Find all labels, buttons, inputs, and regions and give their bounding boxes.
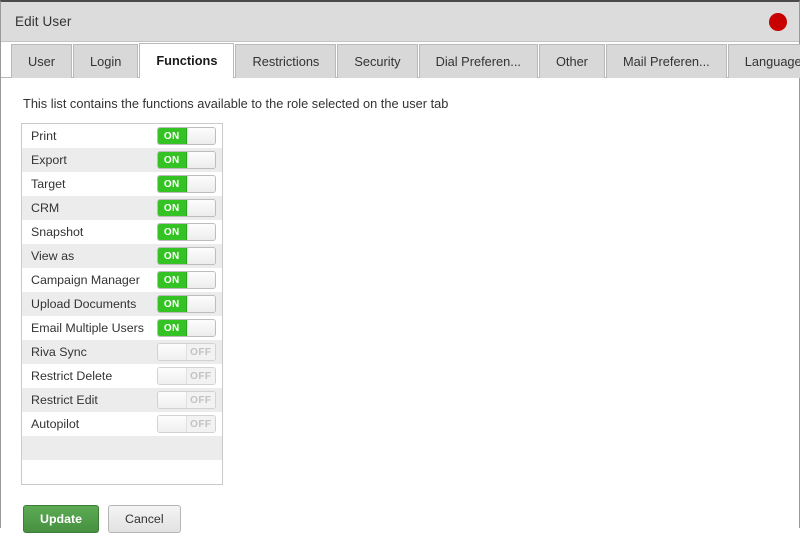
dialog-body: This list contains the functions availab… xyxy=(1,78,799,533)
tab-restrictions[interactable]: Restrictions xyxy=(235,44,337,78)
tab-functions[interactable]: Functions xyxy=(139,43,235,78)
toggle-knob xyxy=(186,272,215,288)
function-row: Autopilot OFF xyxy=(22,412,222,436)
function-toggle-on[interactable]: ON xyxy=(157,223,216,241)
toggle-on-label: ON xyxy=(158,248,187,264)
function-toggle-on[interactable]: ON xyxy=(157,151,216,169)
function-row: Restrict Edit OFF xyxy=(22,388,222,412)
function-row-empty xyxy=(22,436,222,460)
function-toggle-on[interactable]: ON xyxy=(157,319,216,337)
function-label: Email Multiple Users xyxy=(31,321,144,335)
function-row: Riva Sync OFF xyxy=(22,340,222,364)
function-toggle-on[interactable]: ON xyxy=(157,271,216,289)
toggle-off-label: OFF xyxy=(186,392,215,408)
toggle-knob xyxy=(186,128,215,144)
function-row: Restrict Delete OFF xyxy=(22,364,222,388)
toggle-on-label: ON xyxy=(158,176,187,192)
function-label: Print xyxy=(31,129,57,143)
toggle-knob xyxy=(186,200,215,216)
toggle-on-label: ON xyxy=(158,272,187,288)
toggle-on-label: ON xyxy=(158,128,187,144)
dialog-title: Edit User xyxy=(15,14,72,29)
tab-label: Other xyxy=(555,54,588,69)
tab-label: Mail Preferen... xyxy=(622,54,710,69)
toggle-knob xyxy=(158,416,187,432)
function-label: Export xyxy=(31,153,67,167)
function-toggle-off[interactable]: OFF xyxy=(157,391,216,409)
function-toggle-on[interactable]: ON xyxy=(157,247,216,265)
toggle-knob xyxy=(186,320,215,336)
tab-other[interactable]: Other xyxy=(538,44,605,78)
function-toggle-off[interactable]: OFF xyxy=(157,367,216,385)
toggle-off-label: OFF xyxy=(186,368,215,384)
function-row: CRM ON xyxy=(22,196,222,220)
function-toggle-on[interactable]: ON xyxy=(157,199,216,217)
toggle-knob xyxy=(186,248,215,264)
tab-label: User xyxy=(28,54,56,69)
functions-list: Print ON Export ON Target ON CRM ON Snapshot ON Vi… xyxy=(21,123,223,485)
toggle-knob xyxy=(158,368,187,384)
toggle-on-label: ON xyxy=(158,200,187,216)
function-label: Target xyxy=(31,177,66,191)
functions-description: This list contains the functions availab… xyxy=(23,96,449,111)
tab-label: Restrictions xyxy=(252,54,320,69)
function-row-empty xyxy=(22,460,222,484)
tab-label: Language Pre... xyxy=(744,54,800,69)
tab-language-pre[interactable]: Language Pre... xyxy=(727,44,800,78)
toggle-knob xyxy=(158,392,187,408)
toggle-on-label: ON xyxy=(158,320,187,336)
function-label: Restrict Delete xyxy=(31,369,113,383)
function-label: Snapshot xyxy=(31,225,84,239)
toggle-knob xyxy=(186,224,215,240)
function-label: Campaign Manager xyxy=(31,273,140,287)
function-row: Target ON xyxy=(22,172,222,196)
function-label: CRM xyxy=(31,201,60,215)
toggle-knob xyxy=(186,176,215,192)
function-toggle-off[interactable]: OFF xyxy=(157,343,216,361)
function-label: Autopilot xyxy=(31,417,80,431)
function-toggle-on[interactable]: ON xyxy=(157,175,216,193)
tab-label: Dial Preferen... xyxy=(435,54,521,69)
tab-login[interactable]: Login xyxy=(73,44,139,78)
tab-dial-preferen[interactable]: Dial Preferen... xyxy=(418,44,538,78)
toggle-off-label: OFF xyxy=(186,344,215,360)
tab-label: Login xyxy=(90,54,122,69)
function-toggle-on[interactable]: ON xyxy=(157,127,216,145)
dialog-actions: Update Cancel xyxy=(21,505,779,533)
toggle-knob xyxy=(186,296,215,312)
tab-user[interactable]: User xyxy=(11,44,73,78)
edit-user-dialog: Edit User User Login Functions Restrictions… xyxy=(0,0,800,533)
update-button[interactable]: Update xyxy=(23,505,99,533)
cancel-button[interactable]: Cancel xyxy=(108,505,181,533)
function-row: Print ON xyxy=(22,124,222,148)
function-row: Campaign Manager ON xyxy=(22,268,222,292)
screen: Edit User User Login Functions Restrictions… xyxy=(0,0,800,550)
function-label: View as xyxy=(31,249,75,263)
function-toggle-off[interactable]: OFF xyxy=(157,415,216,433)
function-label: Upload Documents xyxy=(31,297,137,311)
toggle-on-label: ON xyxy=(158,296,187,312)
dialog-titlebar: Edit User xyxy=(1,2,799,42)
toggle-off-label: OFF xyxy=(186,416,215,432)
tab-label: Security xyxy=(354,54,401,69)
tab-mail-preferen[interactable]: Mail Preferen... xyxy=(605,44,727,78)
function-label: Riva Sync xyxy=(31,345,87,359)
tab-bar: User Login Functions Restrictions Security Di… xyxy=(1,42,800,78)
toggle-knob xyxy=(158,344,187,360)
tab-label: Functions xyxy=(156,53,218,68)
toggle-on-label: ON xyxy=(158,224,187,240)
toggle-knob xyxy=(186,152,215,168)
tab-security[interactable]: Security xyxy=(337,44,418,78)
close-circle-icon[interactable] xyxy=(769,12,787,31)
function-row: View as ON xyxy=(22,244,222,268)
toggle-on-label: ON xyxy=(158,152,187,168)
function-row: Export ON xyxy=(22,148,222,172)
function-row: Upload Documents ON xyxy=(22,292,222,316)
function-label: Restrict Edit xyxy=(31,393,98,407)
function-row: Snapshot ON xyxy=(22,220,222,244)
function-row: Email Multiple Users ON xyxy=(22,316,222,340)
function-toggle-on[interactable]: ON xyxy=(157,295,216,313)
